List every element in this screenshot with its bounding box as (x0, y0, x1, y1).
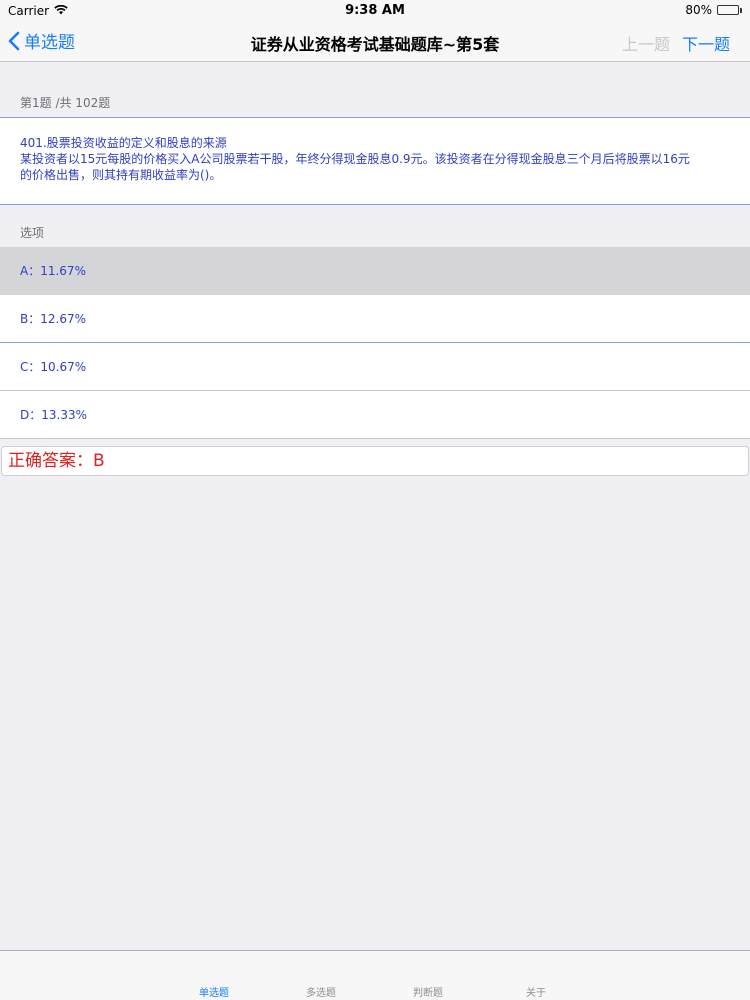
back-button[interactable]: 单选题 (8, 28, 75, 53)
status-time: 9:38 AM (345, 3, 405, 18)
correct-answer: 正确答案：B (1, 446, 749, 476)
chevron-left-icon (8, 31, 20, 50)
options-header: 选项 (20, 226, 45, 240)
option-a[interactable]: A：11.67% (0, 247, 750, 295)
question-body-line-1: 某投资者以15元每股的价格买入A公司股票若干股，年终分得现金股息0.9元。该投资… (20, 152, 690, 166)
option-d[interactable]: D：13.33% (0, 391, 750, 439)
tab-bar: 单选题 多选题 判断题 关于 (0, 950, 750, 1000)
tab-true-false[interactable]: 判断题 (413, 984, 443, 999)
question-title: 401.股票投资收益的定义和股息的来源 (20, 136, 227, 150)
back-button-label: 单选题 (24, 33, 75, 53)
option-b[interactable]: B：12.67% (0, 295, 750, 343)
status-right: 80% (685, 3, 742, 17)
question-progress: 第1题 /共 102题 (20, 96, 111, 110)
tab-single-choice[interactable]: 单选题 (199, 984, 229, 999)
tab-multiple-choice[interactable]: 多选题 (306, 984, 336, 999)
battery-percent: 80% (685, 3, 712, 17)
question-body-line-2: 的价格出售，则其持有期收益率为()。 (20, 168, 222, 182)
tab-about[interactable]: 关于 (526, 984, 546, 999)
battery-icon (717, 5, 742, 15)
next-question-button[interactable]: 下一题 (682, 31, 730, 55)
previous-question-button[interactable]: 上一题 (622, 31, 670, 55)
options-list: A：11.67% B：12.67% C：10.67% D：13.33% (0, 247, 750, 439)
status-bar: Carrier 9:38 AM 80% (0, 0, 750, 22)
battery-tip (740, 7, 742, 13)
navigation-bar: 单选题 证券从业资格考试基础题库~第5套 上一题 下一题 (0, 22, 750, 62)
question-card: 401.股票投资收益的定义和股息的来源 某投资者以15元每股的价格买入A公司股票… (0, 117, 750, 205)
option-c[interactable]: C：10.67% (0, 343, 750, 391)
battery-body (717, 5, 739, 15)
